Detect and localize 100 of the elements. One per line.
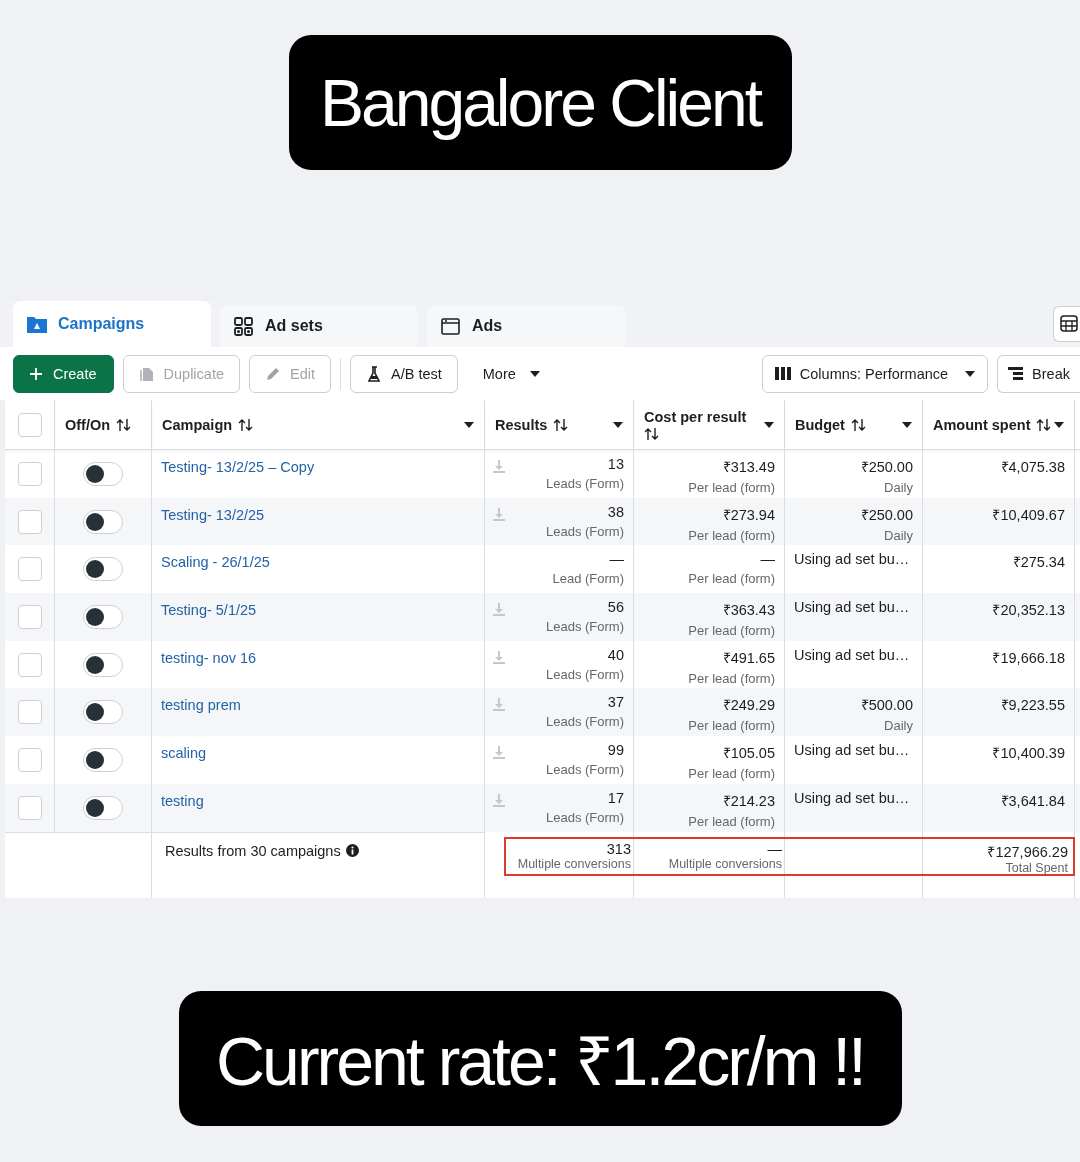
amount-spent: ₹9,223.55 [1000, 696, 1065, 715]
campaign-link[interactable]: Testing- 5/1/25 [161, 599, 257, 619]
result-value: 40 [607, 646, 624, 663]
copy-icon [138, 365, 155, 382]
conversion-type: Multiple conversions [668, 856, 782, 871]
toggle-switch[interactable] [83, 652, 123, 677]
cost-value: ₹214.23 [722, 791, 775, 810]
sort-icon [850, 417, 866, 432]
toggle-switch[interactable] [83, 700, 123, 725]
caret-icon [965, 370, 976, 377]
toggle-switch[interactable] [83, 557, 123, 582]
campaign-link[interactable]: testing [161, 789, 204, 809]
sort-icon [1036, 417, 1052, 432]
result-type: Leads (Form) [545, 523, 624, 539]
campaign-link[interactable]: testing- nov 16 [161, 646, 257, 666]
checkbox[interactable] [17, 652, 42, 677]
budget-value: Using ad set bu… [794, 551, 910, 568]
budget-value: Using ad set bu… [794, 789, 910, 806]
checkbox[interactable] [17, 412, 42, 437]
amount-spent: ₹19,666.18 [992, 648, 1065, 667]
budget-value: Using ad set bu… [794, 599, 910, 616]
pencil-icon [265, 365, 281, 382]
checkbox[interactable] [17, 509, 42, 534]
total-spent: ₹127,966.29 [987, 842, 1068, 861]
cost-type: Per lead (form) [688, 766, 775, 782]
amount-spent: ₹275.34 [1012, 553, 1065, 572]
cost-type: Per lead (form) [688, 480, 775, 495]
cost-type: Per lead (form) [688, 813, 775, 829]
budget-period: Daily [884, 480, 913, 495]
caption-banner: Bangalore Client [288, 35, 792, 170]
result-type: Lead (Form) [552, 571, 624, 587]
caret-icon [529, 370, 540, 377]
result-type: Leads (Form) [545, 714, 624, 730]
checkbox[interactable] [17, 604, 42, 629]
toggle-switch[interactable] [83, 461, 123, 486]
toolbar-button[interactable]: Create [13, 354, 114, 393]
cost-value: — [760, 551, 775, 568]
table-view-button[interactable] [1053, 305, 1080, 342]
campaign-link[interactable]: Testing- 13/2/25 [161, 503, 265, 523]
column-header[interactable]: Budget [795, 416, 845, 433]
total-cost: — [767, 840, 782, 857]
grid-icon [233, 315, 255, 337]
result-value: — [609, 551, 624, 568]
checkbox[interactable] [17, 747, 42, 772]
campaign-link[interactable]: scaling [161, 742, 207, 762]
caption-banner: Current rate: ₹1.2cr/m !! [178, 990, 902, 1126]
sort-icon [238, 417, 254, 432]
toggle-switch[interactable] [83, 604, 123, 629]
breakdown-button[interactable]: Break [997, 354, 1080, 393]
result-value: 37 [607, 694, 624, 711]
campaign-link[interactable]: testing prem [161, 694, 241, 714]
toggle-switch[interactable] [83, 509, 123, 534]
tab[interactable]: Campaigns [13, 301, 211, 347]
cost-value: ₹249.29 [722, 696, 775, 715]
tab[interactable]: Ad sets [220, 305, 418, 347]
info-icon [345, 843, 359, 857]
result-type: Leads (Form) [545, 809, 624, 825]
columns-button[interactable]: Columns: Performance [761, 354, 989, 393]
result-value: 38 [607, 503, 624, 520]
toggle-switch[interactable] [83, 795, 123, 820]
budget-period: Daily [884, 718, 913, 734]
total-results: 313 [606, 840, 631, 857]
result-value: 17 [607, 789, 624, 806]
checkbox[interactable] [17, 795, 42, 820]
amount-spent: ₹3,641.84 [1000, 791, 1065, 810]
checkbox[interactable] [17, 557, 42, 582]
campaign-link[interactable]: Scaling - 26/1/25 [161, 551, 270, 571]
conversion-type: Multiple conversions [517, 856, 631, 871]
budget-value: Using ad set bu… [794, 646, 910, 663]
campaign-link[interactable]: Testing- 13/2/25 – Copy [161, 456, 315, 475]
toolbar-button[interactable]: A/B test [350, 354, 458, 393]
cost-value: ₹363.43 [722, 601, 775, 620]
window-icon [440, 315, 462, 337]
budget-value: ₹250.00 [860, 505, 913, 524]
checkbox[interactable] [17, 461, 42, 486]
cost-type: Per lead (form) [688, 527, 775, 543]
flask-icon [366, 365, 382, 382]
cost-type: Per lead (form) [688, 718, 775, 734]
cost-value: ₹273.94 [722, 505, 775, 524]
sort-icon [116, 417, 132, 432]
column-header[interactable]: Campaign [162, 416, 233, 433]
plus-icon [28, 365, 44, 382]
columns-icon [774, 366, 791, 381]
column-header[interactable]: Off/On [65, 416, 111, 433]
result-type: Leads (Form) [545, 666, 624, 682]
checkbox[interactable] [17, 700, 42, 725]
budget-value: Using ad set bu… [794, 742, 910, 759]
table-icon [1060, 315, 1078, 332]
column-header[interactable]: Cost per result [644, 408, 747, 425]
amount-spent: ₹20,352.13 [992, 601, 1065, 620]
tab[interactable]: Ads [427, 305, 625, 347]
sort-icon [553, 417, 569, 432]
result-type: Leads (Form) [545, 476, 624, 491]
column-header[interactable]: Amount spent [933, 416, 1031, 433]
toggle-switch[interactable] [83, 747, 123, 772]
cost-value: ₹105.05 [722, 744, 775, 763]
column-header[interactable]: Results [495, 416, 548, 433]
amount-spent: ₹4,075.38 [1000, 458, 1065, 476]
result-value: 13 [607, 456, 624, 472]
cost-type: Per lead (form) [688, 623, 775, 639]
